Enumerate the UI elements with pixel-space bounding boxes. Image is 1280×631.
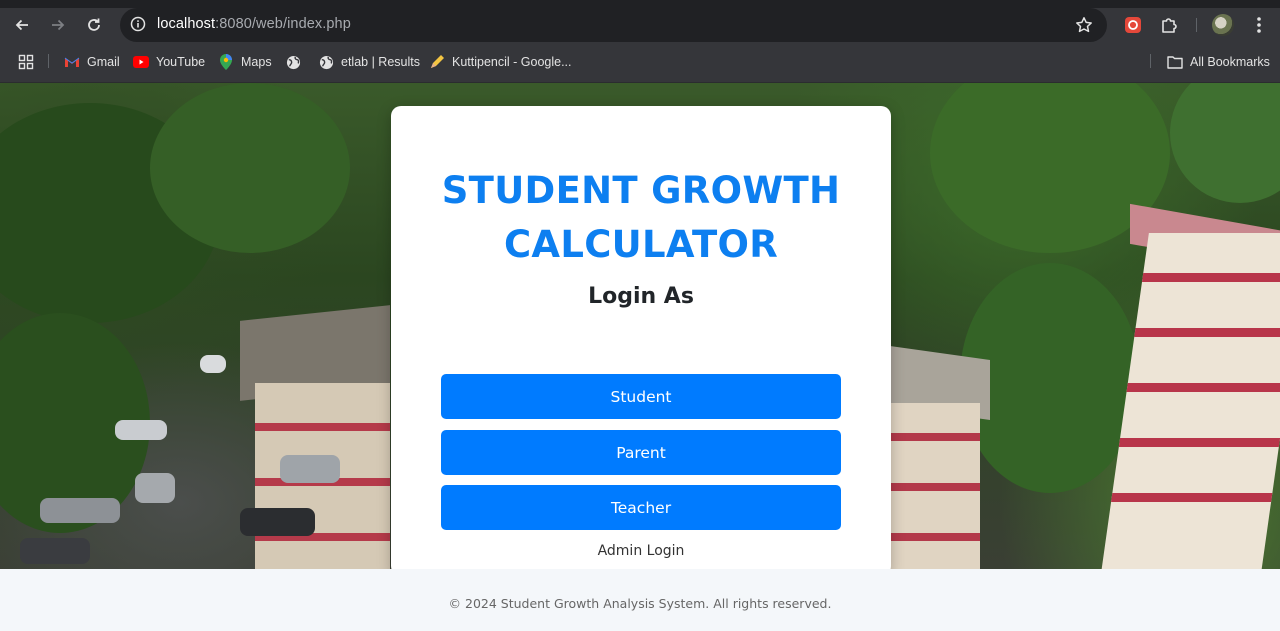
back-arrow-icon	[15, 19, 28, 31]
bookmark-star-icon[interactable]	[1075, 16, 1093, 34]
bookmarks-divider	[48, 54, 49, 68]
bookmark-maps[interactable]: Maps	[218, 53, 272, 71]
forward-button[interactable]	[44, 12, 72, 38]
toolbar-divider	[1196, 18, 1197, 32]
car	[40, 498, 120, 523]
car	[20, 538, 90, 564]
tree	[1170, 83, 1280, 203]
bookmark-label: etlab | Results	[341, 55, 420, 69]
menu-button[interactable]	[1245, 12, 1273, 38]
apps-grid-icon	[18, 54, 34, 70]
login-as-heading: Login As	[588, 284, 694, 309]
footer: © 2024 Student Growth Analysis System. A…	[0, 569, 1280, 631]
maps-icon	[218, 54, 234, 70]
bookmark-kuttipencil[interactable]: Kuttipencil - Google...	[429, 53, 572, 71]
url-text[interactable]: localhost:8080/web/index.php	[157, 16, 351, 32]
back-button[interactable]	[8, 12, 36, 38]
student-login-button[interactable]: Student	[441, 374, 841, 419]
teacher-login-button[interactable]: Teacher	[441, 485, 841, 530]
youtube-icon	[133, 54, 149, 70]
reload-button[interactable]	[80, 12, 108, 38]
copyright-text: © 2024 Student Growth Analysis System. A…	[448, 596, 832, 611]
address-bar[interactable]: localhost:8080/web/index.php	[120, 8, 1107, 42]
globe-icon	[285, 54, 301, 70]
car	[280, 455, 340, 483]
bookmark-etlab[interactable]: etlab | Results	[318, 53, 420, 71]
tree	[150, 83, 350, 253]
bookmark-label: Gmail	[87, 55, 120, 69]
login-card: STUDENT GROWTH CALCULATOR Login As Stude…	[391, 106, 891, 576]
car	[135, 473, 175, 503]
bookmark-youtube[interactable]: YouTube	[133, 53, 205, 71]
parent-login-button[interactable]: Parent	[441, 430, 841, 475]
url-host: localhost	[157, 16, 216, 32]
folder-icon	[1167, 54, 1183, 70]
recorder-extension-icon	[1125, 17, 1141, 33]
bookmark-label: YouTube	[156, 55, 206, 69]
building	[890, 403, 980, 569]
bookmark-label: Maps	[241, 55, 272, 69]
profile-button[interactable]	[1209, 12, 1237, 38]
bookmarks-bar: Gmail YouTube Maps etlab | Results Kutti…	[0, 42, 1280, 83]
admin-login-link[interactable]: Admin Login	[391, 543, 891, 559]
bookmark-globe[interactable]	[285, 53, 301, 71]
tab-strip	[0, 0, 1280, 8]
avatar	[1212, 14, 1234, 36]
globe-icon	[318, 54, 334, 70]
bookmark-label: Kuttipencil - Google...	[452, 55, 572, 69]
car	[240, 508, 315, 536]
site-info-icon[interactable]	[130, 16, 146, 32]
reload-icon	[88, 18, 100, 31]
extension-button[interactable]	[1119, 12, 1147, 38]
pencil-icon	[429, 54, 445, 70]
building	[1101, 233, 1280, 569]
page-title: STUDENT GROWTH CALCULATOR	[441, 169, 841, 266]
all-bookmarks-button[interactable]: All Bookmarks	[1167, 53, 1270, 71]
extensions-button[interactable]	[1155, 12, 1183, 38]
bookmark-gmail[interactable]: Gmail	[64, 53, 120, 71]
url-path: :8080/web/index.php	[215, 16, 351, 32]
bookmarks-divider	[1150, 54, 1151, 68]
car	[115, 420, 167, 440]
browser-toolbar: localhost:8080/web/index.php	[0, 8, 1280, 42]
car	[200, 355, 226, 373]
forward-arrow-icon	[52, 19, 65, 31]
all-bookmarks-label: All Bookmarks	[1190, 55, 1270, 69]
apps-button[interactable]	[18, 53, 34, 71]
kebab-menu-icon	[1257, 17, 1261, 33]
gmail-icon	[64, 54, 80, 70]
puzzle-icon	[1162, 18, 1177, 33]
